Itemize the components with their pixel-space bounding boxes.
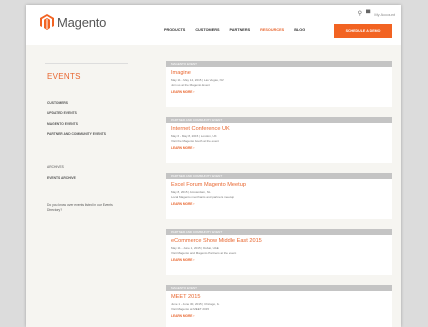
event-title[interactable]: eCommerce Show Middle East 2015 — [166, 238, 392, 244]
event-description: Join us at the Magento Event — [171, 83, 210, 87]
nav-blog[interactable]: BLOG — [294, 28, 305, 32]
event-description: Visit Magento and Magento Partners at th… — [171, 251, 237, 255]
nav-resources[interactable]: RESOURCES — [260, 28, 284, 32]
sidebar-note: Do you know over events listed in our Ev… — [47, 203, 113, 212]
event-date: May 6 - May 8, 2015 | London, UK — [171, 133, 217, 138]
sidebar-link-magento-events[interactable]: MAGENTO EVENTS — [47, 122, 78, 126]
event-card: PARTNER AND COMMUNITY EVENT eCommerce Sh… — [166, 229, 392, 275]
event-date: June 1 - June 30, 2015 | Chicago, IL — [171, 301, 220, 306]
nav-customers[interactable]: CUSTOMERS — [195, 28, 219, 32]
learn-more-label: LEARN MORE — [171, 258, 193, 262]
event-type-bar: PARTNER AND COMMUNITY EVENT — [166, 173, 392, 179]
search-icon[interactable]: ⚲ — [358, 11, 362, 17]
event-title[interactable]: Imagine — [166, 70, 392, 76]
logo[interactable]: Magento — [40, 14, 106, 30]
learn-more-link[interactable]: LEARN MORE › — [166, 258, 392, 262]
event-type-bar: MAGENTO EVENT — [166, 61, 392, 67]
learn-more-link[interactable]: LEARN MORE › — [166, 314, 392, 318]
event-date: May 11 - June 1, 2015 | Dubai, UAE — [171, 245, 219, 250]
logo-text: Magento — [57, 14, 107, 30]
sidebar-divider — [45, 63, 128, 64]
event-type-bar: PARTNER AND COMMUNITY EVENT — [166, 117, 392, 123]
sidebar-link-partner-events[interactable]: PARTNER AND COMMUNITY EVENTS — [47, 132, 106, 136]
schedule-demo-button[interactable]: SCHEDULE A DEMO — [334, 24, 392, 38]
event-date: May 8, 2015 | Amsterdam, NL — [171, 189, 211, 194]
page: Magento ⚲ ▀ My Account PRODUCTS CUSTOMER… — [26, 5, 401, 327]
sidebar-archives-heading: ARCHIVES — [47, 165, 64, 169]
event-card: MAGENTO EVENT Imagine May 11 - May 14, 2… — [166, 61, 392, 107]
cart-icon[interactable]: ▀ — [366, 11, 370, 17]
event-date: May 11 - May 14, 2015 | Las Vegas, NV — [171, 77, 224, 82]
learn-more-link[interactable]: LEARN MORE › — [166, 146, 392, 150]
event-title[interactable]: Excel Forum Magento Meetup — [166, 182, 392, 188]
nav-products[interactable]: PRODUCTS — [164, 28, 185, 32]
learn-more-label: LEARN MORE — [171, 90, 193, 94]
nav-partners[interactable]: PARTNERS — [230, 28, 251, 32]
event-description: Visit Magento at MEET 2015 — [171, 307, 210, 311]
event-type-bar: MAGENTO EVENT — [166, 285, 392, 291]
event-card: MAGENTO EVENT MEET 2015 June 1 - June 30… — [166, 285, 392, 327]
sidebar-title: EVENTS — [47, 72, 81, 81]
magento-logo-icon — [40, 14, 54, 30]
event-description: Visit the Magento booth at the event — [171, 139, 219, 143]
learn-more-link[interactable]: LEARN MORE › — [166, 90, 392, 94]
sidebar-link-events-archive[interactable]: EVENTS ARCHIVE — [47, 176, 76, 180]
sidebar-link-customers[interactable]: CUSTOMERS — [47, 101, 68, 105]
account-link[interactable]: My Account — [374, 12, 395, 17]
event-card: PARTNER AND COMMUNITY EVENT Excel Forum … — [166, 173, 392, 219]
event-type-bar: PARTNER AND COMMUNITY EVENT — [166, 229, 392, 235]
learn-more-label: LEARN MORE — [171, 202, 193, 206]
site-header: Magento ⚲ ▀ My Account PRODUCTS CUSTOMER… — [26, 5, 401, 45]
learn-more-link[interactable]: LEARN MORE › — [166, 202, 392, 206]
event-card: PARTNER AND COMMUNITY EVENT Internet Con… — [166, 117, 392, 163]
main-nav: PRODUCTS CUSTOMERS PARTNERS RESOURCES BL… — [164, 28, 315, 32]
event-title[interactable]: MEET 2015 — [166, 294, 392, 300]
sidebar-link-updated-events[interactable]: UPDATED EVENTS — [47, 111, 77, 115]
event-description: Local Magento merchants and partners mee… — [171, 195, 235, 199]
learn-more-label: LEARN MORE — [171, 314, 193, 318]
top-utility-bar: ⚲ ▀ My Account — [358, 11, 395, 17]
event-title[interactable]: Internet Conference UK — [166, 126, 392, 132]
learn-more-label: LEARN MORE — [171, 146, 193, 150]
